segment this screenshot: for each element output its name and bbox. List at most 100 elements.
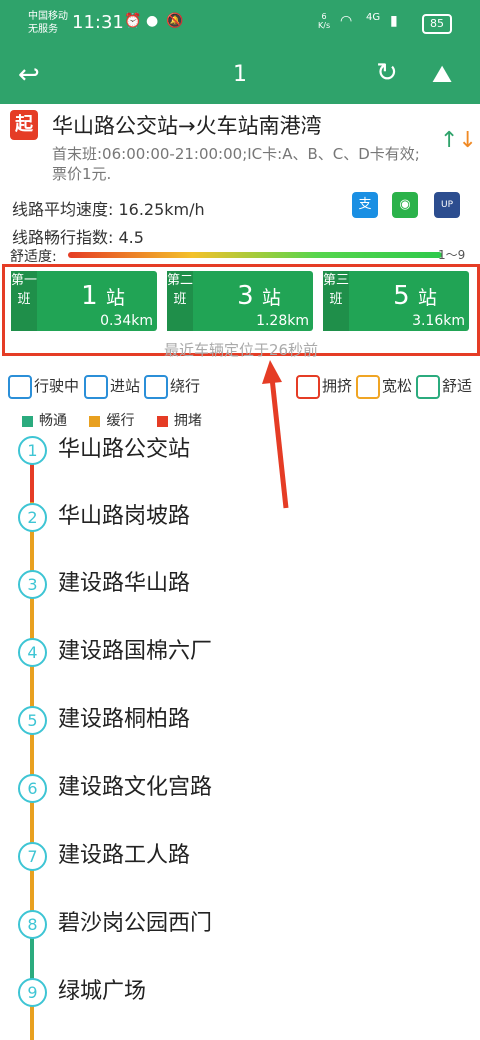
comfort-range: 1～9 xyxy=(438,248,466,262)
bus-status-legend: 行驶中 进站 绕行 拥挤 宽松 舒适 xyxy=(0,374,480,402)
legend-running-label: 行驶中 xyxy=(34,377,80,395)
bus-stations-away: 3 站 xyxy=(205,281,313,311)
bus-entering-icon xyxy=(84,374,108,399)
smooth-swatch xyxy=(22,415,33,427)
next-buses-panel: 第一班 1 站 0.34km 第二班 3 站 1.28km 第三班 5 站 3.… xyxy=(2,264,480,359)
stop-name: 绿城广场 xyxy=(58,979,147,1004)
map-icon[interactable]: ⛰ xyxy=(432,60,452,88)
bus-distance: 1.28km xyxy=(256,313,309,329)
bus-card-2[interactable]: 第二班 3 站 1.28km xyxy=(167,271,313,331)
bus-tag: 第二班 xyxy=(167,271,193,331)
signal-icon: ▮ xyxy=(390,13,398,29)
stop-item[interactable]: 5 建设路桐柏路 xyxy=(0,706,480,766)
traffic-legend: 畅通 缓行 拥堵 xyxy=(22,410,202,430)
route-name: 华山路公交站→火车站南港湾 xyxy=(52,114,322,138)
bus-spacious-icon xyxy=(356,374,380,399)
stations-count: 5 xyxy=(393,281,410,311)
carrier-info: 中国移动 无服务 xyxy=(28,10,68,36)
bus-stations-away: 1 站 xyxy=(49,281,157,311)
net-speed-value: 6 xyxy=(321,12,327,21)
stop-number: 1 xyxy=(18,436,47,465)
bus-distance: 3.16km xyxy=(412,313,465,329)
jam-swatch xyxy=(156,415,168,427)
smooth-index: 线路畅行指数: 4.5 xyxy=(12,228,144,247)
stop-list: 1 华山路公交站 2 华山路岗坡路 3 建设路华山路 4 建设路国棉六厂 5 建设路桐柏路… xyxy=(0,430,480,1040)
route-info: 首末班:06:00:00-21:00:00;IC卡:A、B、C、D卡有效;票价1… xyxy=(52,145,420,183)
legend-entering-label: 进站 xyxy=(110,377,141,395)
stop-number: 8 xyxy=(18,910,47,939)
stop-number: 4 xyxy=(18,638,47,667)
stop-number: 2 xyxy=(18,503,47,532)
mute-icon: 🔕 xyxy=(166,13,184,29)
legend-crowded: 拥挤 xyxy=(296,374,352,399)
legend-detour-label: 绕行 xyxy=(170,377,201,395)
clock: 11:31 xyxy=(72,12,124,33)
swap-direction-icon[interactable]: ↑↓ xyxy=(440,128,477,153)
stations-count: 1 xyxy=(81,281,98,311)
bus-detour-icon xyxy=(144,374,168,399)
alarm-icon: ⏰ xyxy=(124,13,142,29)
stop-name: 建设路文化宫路 xyxy=(58,775,213,800)
comfort-gradient-bar xyxy=(68,252,442,258)
stop-item[interactable]: 3 建设路华山路 xyxy=(0,570,480,630)
service-status: 无服务 xyxy=(28,24,58,35)
stop-item[interactable]: 1 华山路公交站 xyxy=(0,436,480,496)
stations-unit: 站 xyxy=(417,287,437,309)
legend-crowded-label: 拥挤 xyxy=(322,377,353,395)
stop-name: 碧沙岗公园西门 xyxy=(58,911,213,936)
start-badge: 起 xyxy=(10,110,38,140)
stop-name: 华山路公交站 xyxy=(58,437,191,462)
status-bar: 中国移动 无服务 11:31 ⏰ ● 🔕 6 K/s ◠ 4G ▮ 85 xyxy=(0,0,480,44)
stop-name: 华山路岗坡路 xyxy=(58,504,191,529)
comfort-label: 舒适度: xyxy=(10,249,57,265)
bus-card-1[interactable]: 第一班 1 站 0.34km xyxy=(11,271,157,331)
stop-item[interactable]: 8 碧沙岗公园西门 xyxy=(0,910,480,970)
app-header: 中国移动 无服务 11:31 ⏰ ● 🔕 6 K/s ◠ 4G ▮ 85 ↩ 1… xyxy=(0,0,480,104)
legend-comfortable: 舒适 xyxy=(416,374,472,399)
stop-number: 6 xyxy=(18,774,47,803)
stations-unit: 站 xyxy=(261,287,281,309)
stop-item[interactable]: 4 建设路国棉六厂 xyxy=(0,638,480,698)
wifi-icon: ◠ xyxy=(340,13,353,29)
legend-spacious: 宽松 xyxy=(356,374,412,399)
stop-item[interactable]: 2 华山路岗坡路 xyxy=(0,503,480,563)
legend-entering: 进站 xyxy=(84,374,140,399)
alipay-icon: 支 xyxy=(352,192,378,218)
stop-number: 9 xyxy=(18,978,47,1007)
bus-card-3[interactable]: 第三班 5 站 3.16km xyxy=(323,271,469,331)
legend-detour: 绕行 xyxy=(144,374,200,399)
legend-smooth-label: 畅通 xyxy=(39,413,67,429)
legend-running: 行驶中 xyxy=(8,374,79,399)
stop-item[interactable]: 9 绿城广场 xyxy=(0,978,480,1038)
legend-spacious-label: 宽松 xyxy=(382,377,413,395)
avg-speed: 线路平均速度: 16.25km/h xyxy=(12,200,205,219)
stop-name: 建设路华山路 xyxy=(58,571,191,596)
legend-jam-label: 拥堵 xyxy=(173,413,202,429)
legend-slow-label: 缓行 xyxy=(106,413,135,429)
page-title: 1 xyxy=(233,62,247,87)
stop-number: 3 xyxy=(18,570,47,599)
slow-swatch xyxy=(89,415,101,427)
stop-item[interactable]: 6 建设路文化宫路 xyxy=(0,774,480,834)
net-speed-unit: K/s xyxy=(318,21,331,30)
last-located-text: 最近车辆定位于26秒前 xyxy=(163,341,319,359)
route-panel: 起 华山路公交站→火车站南港湾 首末班:06:00:00-21:00:00;IC… xyxy=(0,104,480,265)
battery-indicator: 85 xyxy=(422,14,452,34)
stop-number: 5 xyxy=(18,706,47,735)
bus-comfortable-icon xyxy=(416,374,440,399)
refresh-icon[interactable]: ↻ xyxy=(376,58,398,88)
comfort-row: 舒适度: 1～9 xyxy=(10,246,480,265)
bus-running-icon xyxy=(8,374,32,399)
bus-tag: 第一班 xyxy=(11,271,37,331)
bus-tag: 第三班 xyxy=(323,271,349,331)
bus-distance: 0.34km xyxy=(100,313,153,329)
stop-item[interactable]: 7 建设路工人路 xyxy=(0,842,480,902)
carrier-name: 中国移动 xyxy=(28,11,68,22)
unionpay-icon: UP xyxy=(434,192,460,218)
network-speed: 6 K/s xyxy=(318,12,330,30)
wechat-pay-icon: ◉ xyxy=(392,192,418,218)
bus-crowded-icon xyxy=(296,374,320,399)
stop-name: 建设路工人路 xyxy=(58,843,191,868)
stations-unit: 站 xyxy=(105,287,125,309)
stop-number: 7 xyxy=(18,842,47,871)
